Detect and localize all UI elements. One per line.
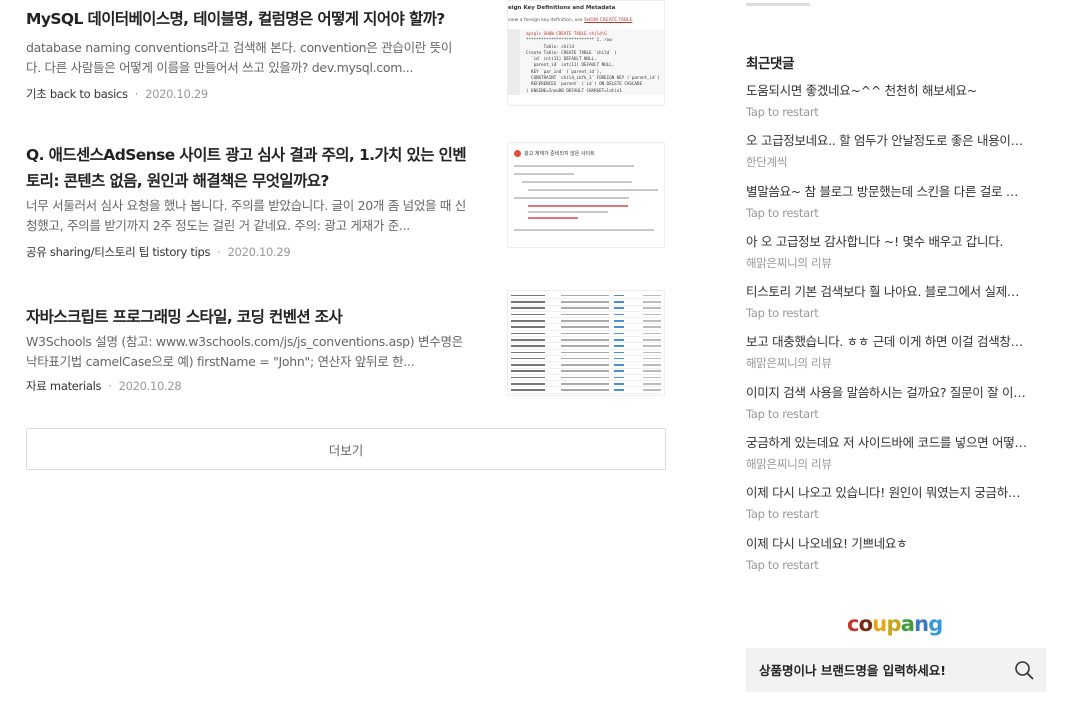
post-meta: 자료 materials · 2020.10.28	[26, 379, 182, 393]
coupang-logo-letter: p	[886, 612, 901, 636]
comment-text[interactable]: 오 고급정보네요.. 할 엄두가 안날정도로 좋은 내용이네요.	[746, 130, 1028, 152]
coupang-logo-letter: n	[914, 612, 929, 636]
recent-comments-list: 도움되시면 좋겠네요~^^ 천천히 해보세요~ Tap to restart 오 …	[746, 80, 1036, 583]
post-meta: 기초 back to basics · 2020.10.29	[26, 87, 208, 101]
thumb-sub-code: SHOW CREATE TABLE	[583, 18, 633, 23]
thumb-text-lines	[514, 165, 658, 231]
post-thumbnail[interactable]	[507, 290, 665, 396]
list-item[interactable]: 아 오 고급정보 감사합니다 ~! 몇수 배우고 갑니다. 해맑은찌니의 리뷰	[746, 231, 1036, 281]
post-text: MySQL 데이터베이스명, 테이블명, 컬럼명은 어떻게 지어야 할까? da…	[26, 6, 466, 102]
post-date: 2020.10.28	[118, 379, 182, 393]
list-item[interactable]: 이미지 검색 사용을 말씀하시는 걸까요? 질문이 잘 이해가 안 돼서요. Ta…	[746, 382, 1036, 432]
post-item[interactable]: MySQL 데이터베이스명, 테이블명, 컬럼명은 어떻게 지어야 할까? da…	[26, 0, 666, 142]
comment-author: Tap to restart	[746, 406, 819, 421]
post-summary: 너무 서둘러서 심사 요청을 했나 봅니다. 주의를 받았습니다. 글이 20개…	[26, 198, 466, 233]
thumb-code-block: mysql> SHOW CREATE TABLE child\G ********…	[508, 29, 664, 95]
coupang-logo-letter: a	[900, 612, 915, 636]
post-thumbnail[interactable]: eign Key Definitions and Metadata view a…	[507, 0, 665, 106]
post-summary: database naming conventions라고 검색해 본다. co…	[26, 40, 453, 75]
search-icon	[1015, 661, 1034, 680]
comment-text[interactable]: 궁금하게 있는데요 저 사이드바에 코드를 넣으면 어떻게 되나요?	[746, 432, 1028, 454]
commit-row	[511, 387, 661, 394]
list-item[interactable]: 보고 대충했습니다. ㅎㅎ 근데 이게 하면 이걸 검색창에서 쓸 수 있나요?…	[746, 331, 1036, 381]
load-more-button[interactable]: 더보기	[26, 428, 666, 470]
comment-author: Tap to restart	[746, 105, 819, 119]
post-title[interactable]: 자바스크립트 프로그래밍 스타일, 코딩 컨벤션 조사	[26, 304, 466, 330]
comment-text[interactable]: 티스토리 기본 검색보다 훨 나아요. 블로그에서 실제로 써보세요.	[746, 281, 1028, 303]
comment-text[interactable]: 보고 대충했습니다. ㅎㅎ 근데 이게 하면 이걸 검색창에서 쓸 수 있나요?	[746, 331, 1028, 353]
post-category[interactable]: 기초 back to basics	[26, 87, 128, 101]
list-item[interactable]: 이제 다시 나오네요! 기쁘네요ㅎ Tap to restart	[746, 533, 1036, 583]
coupang-search-box	[746, 648, 1046, 692]
comment-text[interactable]: 이제 다시 나오고 있습니다! 원인이 뭐였는지 궁금하네요.	[746, 482, 1028, 504]
comment-author: 해맑은찌니의 리뷰	[746, 356, 832, 371]
post-meta: 공유 sharing/티스토리 팁 tistory tips · 2020.10.2…	[26, 245, 291, 259]
coupang-logo-letter: g	[928, 612, 943, 636]
thumb-heading: 광고 게재가 준비되지 않은 사이트	[524, 151, 595, 157]
comment-author: 해맑은찌니의 리뷰	[746, 255, 832, 270]
comment-author: Tap to restart	[746, 306, 819, 321]
coupang-logo-letter: c	[847, 612, 859, 636]
post-category[interactable]: 공유 sharing/티스토리 팁 tistory tips	[26, 245, 210, 259]
comment-author: 한단계씩	[746, 155, 788, 170]
coupang-logo-letter: o	[858, 612, 873, 636]
sidebar-divider	[746, 3, 810, 6]
list-item[interactable]: 도움되시면 좋겠네요~^^ 천천히 해보세요~ Tap to restart	[746, 80, 1036, 130]
post-title[interactable]: MySQL 데이터베이스명, 테이블명, 컬럼명은 어떻게 지어야 할까?	[26, 6, 466, 32]
post-item[interactable]: 자바스크립트 프로그래밍 스타일, 코딩 컨벤션 조사 W3Schools 설명…	[26, 290, 666, 440]
code-line: REFERENCES `parent` (`id`) ON DELETE CAS…	[526, 81, 642, 87]
post-date: 2020.10.29	[145, 87, 208, 101]
thumb-commit-list	[508, 291, 664, 395]
comment-text[interactable]: 아 오 고급정보 감사합니다 ~! 몇수 배우고 갑니다.	[746, 231, 1028, 253]
comment-text[interactable]: 이미지 검색 사용을 말씀하시는 걸까요? 질문이 잘 이해가 안 돼서요.	[746, 382, 1028, 404]
comment-text[interactable]: 별말씀요~ 참 블로그 방문했는데 스킨을 다른 걸로 바꾸셨네요.	[746, 181, 1028, 203]
coupang-search-input[interactable]	[746, 648, 1002, 692]
thumb-sub: view a foreign key definition, use	[508, 18, 583, 23]
list-item[interactable]: 궁금하게 있는데요 저 사이드바에 코드를 넣으면 어떻게 되나요? 해맑은찌니의…	[746, 432, 1036, 482]
list-item[interactable]: 이제 다시 나오고 있습니다! 원인이 뭐였는지 궁금하네요. Tap to re…	[746, 482, 1036, 532]
comment-author: Tap to restart	[746, 507, 819, 522]
post-date: 2020.10.29	[227, 245, 291, 259]
post-category[interactable]: 자료 materials	[26, 379, 102, 393]
post-list: MySQL 데이터베이스명, 테이블명, 컬럼명은 어떻게 지어야 할까? da…	[26, 0, 666, 434]
comment-author: Tap to restart	[746, 557, 819, 572]
list-item[interactable]: 오 고급정보네요.. 할 엄두가 안날정도로 좋은 내용이네요. 한단계씩	[746, 130, 1036, 180]
thumb-heading: eign Key Definitions and Metadata	[508, 5, 616, 11]
warning-icon	[514, 150, 521, 157]
search-button[interactable]	[1002, 648, 1046, 692]
list-item[interactable]: 별말씀요~ 참 블로그 방문했는데 스킨을 다른 걸로 바꾸셨네요. Tap to…	[746, 181, 1036, 231]
comment-author: 해맑은찌니의 리뷰	[746, 457, 832, 472]
code-line: ) ENGINE=InnoDB DEFAULT CHARSET=latin1	[526, 87, 622, 93]
list-item[interactable]: 티스토리 기본 검색보다 훨 나아요. 블로그에서 실제로 써보세요. Tap t…	[746, 281, 1036, 331]
post-title[interactable]: Q. 애드센스AdSense 사이트 광고 심사 결과 주의, 1.가치 있는 …	[26, 142, 467, 194]
coupang-logo-letter: u	[872, 612, 887, 636]
post-item[interactable]: Q. 애드센스AdSense 사이트 광고 심사 결과 주의, 1.가치 있는 …	[26, 142, 666, 304]
post-thumbnail[interactable]: 광고 게재가 준비되지 않은 사이트	[507, 142, 665, 248]
post-summary: W3Schools 설명 (참고: www.w3schools.com/js/j…	[26, 334, 463, 369]
coupang-logo[interactable]: coupang	[847, 612, 943, 636]
post-text: 자바스크립트 프로그래밍 스타일, 코딩 컨벤션 조사 W3Schools 설명…	[26, 304, 466, 394]
comment-author: Tap to restart	[746, 205, 819, 220]
comment-text[interactable]: 도움되시면 좋겠네요~^^ 천천히 해보세요~	[746, 80, 1028, 102]
recent-comments-heading: 최근댓글	[746, 56, 795, 72]
comment-text[interactable]: 이제 다시 나오네요! 기쁘네요ㅎ	[746, 533, 1028, 555]
post-text: Q. 애드센스AdSense 사이트 광고 심사 결과 주의, 1.가치 있는 …	[26, 142, 467, 260]
